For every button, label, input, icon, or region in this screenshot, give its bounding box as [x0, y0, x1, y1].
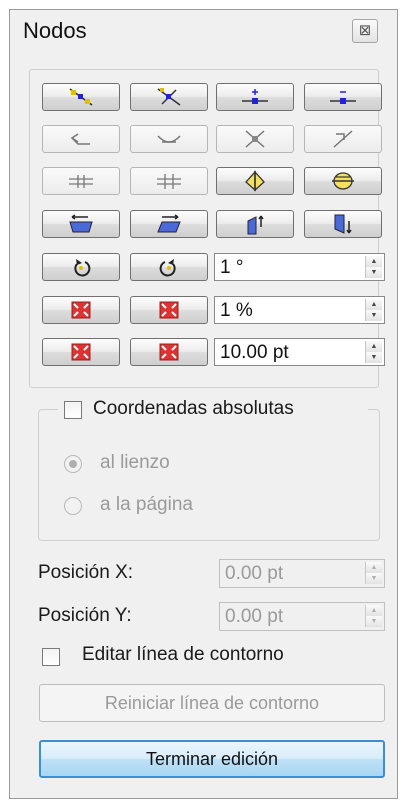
line-to-curve-icon — [245, 130, 265, 148]
move-in-button[interactable] — [42, 338, 120, 366]
spin-down-icon[interactable]: ▼ — [366, 310, 382, 321]
radio-page-label: a la página — [100, 494, 193, 515]
spin-down-icon[interactable]: ▼ — [366, 352, 382, 363]
spin-up-icon[interactable]: ▲ — [366, 299, 382, 310]
break-node-button[interactable] — [304, 83, 382, 111]
position-y-value: 0.00 pt — [225, 606, 284, 627]
flip-vertical-button[interactable] — [304, 167, 382, 195]
reset-outline-button[interactable]: Reiniciar línea de contorno — [39, 684, 385, 722]
radio-canvas-label: al lienzo — [100, 452, 170, 473]
make-corner-button[interactable] — [42, 125, 120, 153]
add-node-button[interactable] — [42, 83, 120, 111]
rotate-amount-spinbox[interactable]: 1 ° ▲ ▼ — [214, 253, 385, 281]
align-vertical-button[interactable] — [130, 167, 208, 195]
stretch-down-icon — [334, 214, 352, 234]
edit-outline-label: Editar línea de contorno — [82, 644, 284, 665]
spin-up-icon[interactable]: ▲ — [366, 341, 382, 352]
curve-to-line-icon — [333, 130, 353, 148]
align-horizontal-button[interactable] — [42, 167, 120, 195]
stretch-up-button[interactable] — [216, 210, 294, 238]
rotate-ccw-button[interactable] — [42, 253, 120, 281]
spin-up-icon[interactable]: ▲ — [366, 256, 382, 267]
move-out-icon — [159, 343, 179, 361]
panel-title: Nodos — [23, 18, 87, 43]
position-x-input[interactable]: 0.00 pt ▲ ▼ — [219, 559, 385, 588]
radio-canvas[interactable] — [64, 455, 82, 473]
absolute-coords-group — [38, 409, 380, 541]
scale-amount-stepper[interactable]: ▲ ▼ — [365, 299, 382, 321]
radio-page[interactable] — [64, 497, 82, 515]
absolute-coords-label: Coordenadas absolutas — [93, 398, 294, 419]
rotate-ccw-icon — [74, 259, 91, 277]
delete-node-icon — [157, 88, 181, 106]
flip-vertical-icon — [332, 172, 354, 190]
line-to-curve-button[interactable] — [216, 125, 294, 153]
absolute-coords-checkbox[interactable] — [64, 401, 82, 419]
rotate-amount-value: 1 ° — [220, 257, 244, 278]
finish-edit-button[interactable]: Terminar edición — [39, 740, 385, 778]
close-button[interactable]: ⊠ — [352, 19, 378, 43]
move-out-button[interactable] — [130, 338, 208, 366]
position-y-label: Posición Y: — [38, 605, 132, 626]
position-x-label: Posición X: — [38, 562, 134, 583]
add-node-icon — [69, 88, 93, 106]
delete-node-button[interactable] — [130, 83, 208, 111]
close-icon: ⊠ — [358, 22, 372, 39]
make-smooth-icon — [157, 135, 181, 143]
skew-right-icon — [157, 214, 181, 233]
flip-horizontal-icon — [245, 170, 265, 192]
scale-down-button[interactable] — [42, 296, 120, 324]
make-smooth-button[interactable] — [130, 125, 208, 153]
make-corner-icon — [70, 133, 90, 145]
align-vertical-icon — [157, 174, 181, 189]
join-nodes-icon — [242, 89, 268, 104]
offset-amount-stepper[interactable]: ▲ ▼ — [365, 341, 382, 363]
scale-down-icon — [71, 301, 91, 319]
scale-amount-spinbox[interactable]: 1 % ▲ ▼ — [214, 296, 385, 324]
position-x-stepper[interactable]: ▲ ▼ — [365, 562, 382, 584]
rotate-cw-button[interactable] — [130, 253, 208, 281]
position-y-input[interactable]: 0.00 pt ▲ ▼ — [219, 602, 385, 631]
offset-amount-value: 10.00 pt — [220, 342, 289, 363]
skew-right-button[interactable] — [130, 210, 208, 238]
offset-amount-spinbox[interactable]: 10.00 pt ▲ ▼ — [214, 338, 385, 366]
rotate-cw-icon — [159, 259, 176, 277]
join-nodes-button[interactable] — [216, 83, 294, 111]
spin-down-icon[interactable]: ▼ — [366, 267, 382, 278]
position-x-value: 0.00 pt — [225, 563, 284, 584]
align-horizontal-icon — [69, 175, 93, 188]
spin-up-icon[interactable]: ▲ — [366, 562, 382, 573]
spin-down-icon[interactable]: ▼ — [366, 616, 382, 627]
skew-left-button[interactable] — [42, 210, 120, 238]
edit-outline-checkbox[interactable] — [42, 648, 60, 666]
curve-to-line-button[interactable] — [304, 125, 382, 153]
break-node-icon — [330, 91, 356, 104]
scale-amount-value: 1 % — [220, 300, 253, 321]
spin-up-icon[interactable]: ▲ — [366, 605, 382, 616]
flip-horizontal-button[interactable] — [216, 167, 294, 195]
stretch-up-icon — [247, 215, 264, 235]
scale-up-button[interactable] — [130, 296, 208, 324]
skew-left-icon — [69, 214, 93, 233]
stretch-down-button[interactable] — [304, 210, 382, 238]
rotate-amount-stepper[interactable]: ▲ ▼ — [365, 256, 382, 278]
spin-down-icon[interactable]: ▼ — [366, 573, 382, 584]
position-y-stepper[interactable]: ▲ ▼ — [365, 605, 382, 627]
scale-up-icon — [159, 301, 179, 319]
move-in-icon — [71, 343, 91, 361]
